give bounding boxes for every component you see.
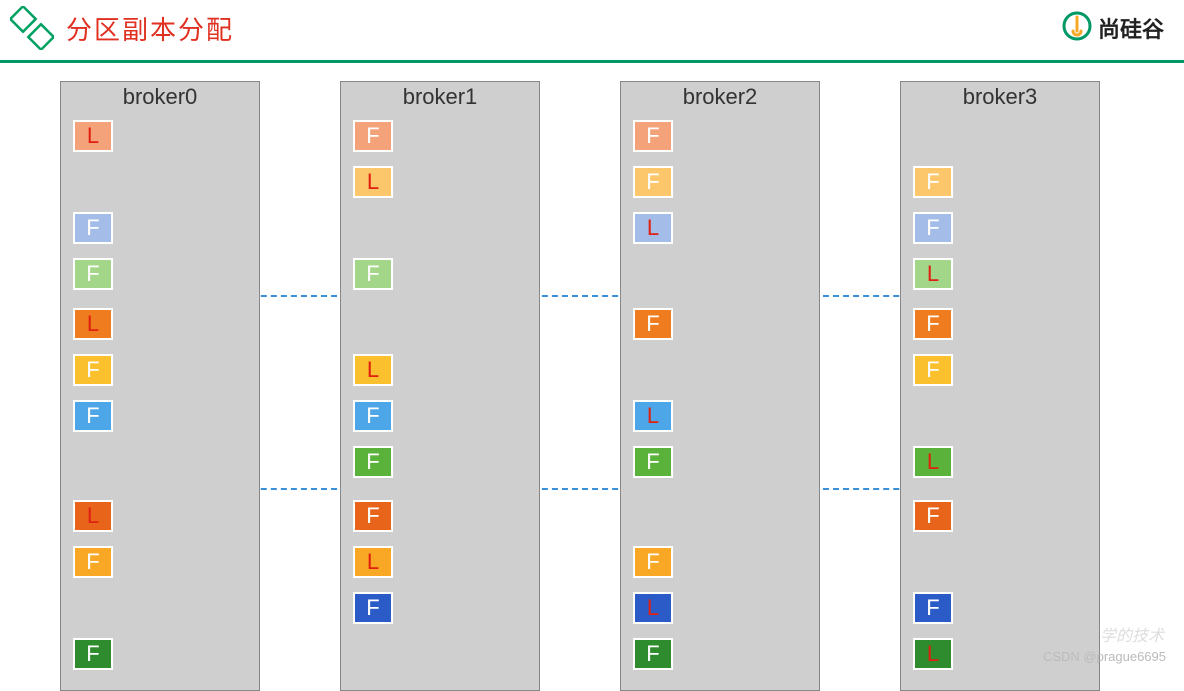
cell-b1-r6: L [353,354,393,386]
cell-b3-r11: F [913,592,953,624]
cell-b1-r1: F [353,120,393,152]
cell-b0-r4: F [73,258,113,290]
cell-b3-r2: F [913,166,953,198]
diagram-canvas: broker0 L F F L F F L F F broker1 F L F … [0,63,1184,683]
cell-b2-r5: F [633,308,673,340]
cell-b2-r1: F [633,120,673,152]
cell-b2-r2: F [633,166,673,198]
cell-b1-r7: F [353,400,393,432]
title-wrap: 分区副本分配 [10,6,234,50]
cell-b3-r4: L [913,258,953,290]
brand-logo-icon [1062,11,1092,46]
cell-b3-r5: F [913,308,953,340]
cell-b0-r3: F [73,212,113,244]
brand-text: 尚硅谷 [1098,12,1164,44]
broker-3: broker3 F F L F F L F F L [900,81,1100,691]
cell-b2-r11: L [633,592,673,624]
cell-b1-r2: L [353,166,393,198]
cell-b0-r1: L [73,120,113,152]
broker-1-title: broker1 [341,82,539,110]
cell-b3-r8: L [913,446,953,478]
cell-b3-r12: L [913,638,953,670]
broker-3-title: broker3 [901,82,1099,110]
cell-b2-r10: F [633,546,673,578]
broker-2: broker2 F F L F L F F L F [620,81,820,691]
cell-b1-r9: F [353,500,393,532]
cell-b0-r5: L [73,308,113,340]
cell-b0-r10: F [73,546,113,578]
page-title: 分区副本分配 [66,10,234,47]
broker-0: broker0 L F F L F F L F F [60,81,260,691]
cell-b2-r8: F [633,446,673,478]
broker-0-title: broker0 [61,82,259,110]
cell-b0-r7: F [73,400,113,432]
cell-b0-r12: F [73,638,113,670]
cell-b1-r10: L [353,546,393,578]
diamond-logo-icon [10,6,54,50]
broker-1: broker1 F L F L F F F L F [340,81,540,691]
cell-b2-r12: F [633,638,673,670]
header: 分区副本分配 尚硅谷 [0,0,1184,63]
cell-b3-r6: F [913,354,953,386]
broker-2-title: broker2 [621,82,819,110]
cell-b2-r7: L [633,400,673,432]
cell-b0-r9: L [73,500,113,532]
cell-b2-r3: L [633,212,673,244]
cell-b1-r4: F [353,258,393,290]
brand: 尚硅谷 [1062,11,1164,46]
cell-b0-r6: F [73,354,113,386]
cell-b1-r8: F [353,446,393,478]
cell-b3-r9: F [913,500,953,532]
cell-b3-r3: F [913,212,953,244]
cell-b1-r11: F [353,592,393,624]
